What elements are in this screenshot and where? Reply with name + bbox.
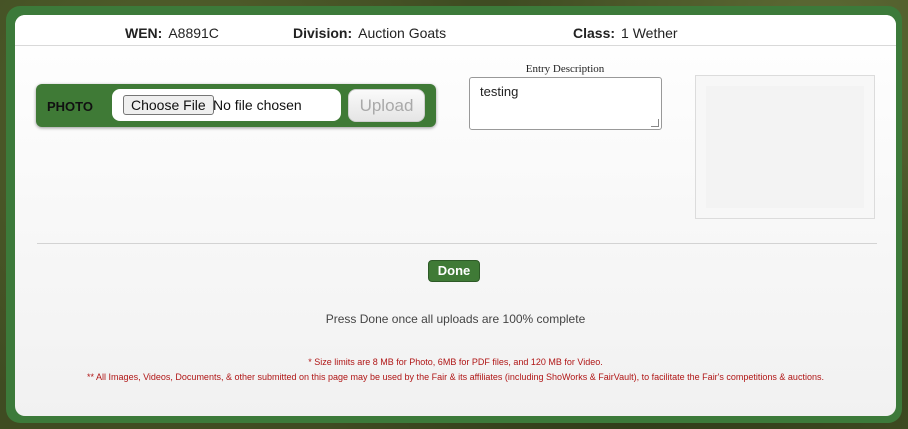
class-label: Class:	[573, 25, 616, 41]
upload-button[interactable]: Upload	[348, 89, 425, 122]
size-limits-note: * Size limits are 8 MB for Photo, 6MB fo…	[308, 357, 603, 367]
photo-label: PHOTO	[47, 99, 93, 114]
divider	[37, 243, 877, 244]
resize-grip-icon[interactable]	[651, 119, 659, 127]
done-button[interactable]: Done	[428, 260, 480, 282]
wen-label: WEN:	[125, 25, 163, 41]
file-status: No file chosen	[213, 97, 302, 113]
class-value: 1 Wether	[621, 25, 678, 41]
upload-note: Press Done once all uploads are 100% com…	[325, 312, 586, 326]
file-input[interactable]: Choose File No file chosen	[112, 89, 341, 121]
division-info: Division: Auction Goats	[293, 25, 446, 41]
division-label: Division:	[293, 25, 353, 41]
photo-preview	[695, 75, 875, 219]
upload-dialog: WEN: A8891C Division: Auction Goats Class:…	[15, 15, 896, 416]
class-info: Class: 1 Wether	[573, 25, 678, 41]
wen-info: WEN: A8891C	[125, 25, 219, 41]
wen-value: A8891C	[168, 25, 219, 41]
entry-info-bar: WEN: A8891C Division: Auction Goats Class:…	[15, 15, 896, 46]
division-value: Auction Goats	[358, 25, 447, 41]
entry-description-textarea[interactable]: testing	[469, 77, 662, 130]
entry-description-value: testing	[480, 84, 519, 99]
entry-description-label: Entry Description	[525, 63, 605, 75]
photo-preview-placeholder	[706, 86, 864, 208]
usage-disclaimer: ** All Images, Videos, Documents, & othe…	[87, 372, 824, 382]
photo-upload-box: PHOTO Choose File No file chosen Upload	[36, 84, 436, 127]
choose-file-button[interactable]: Choose File	[123, 95, 214, 115]
